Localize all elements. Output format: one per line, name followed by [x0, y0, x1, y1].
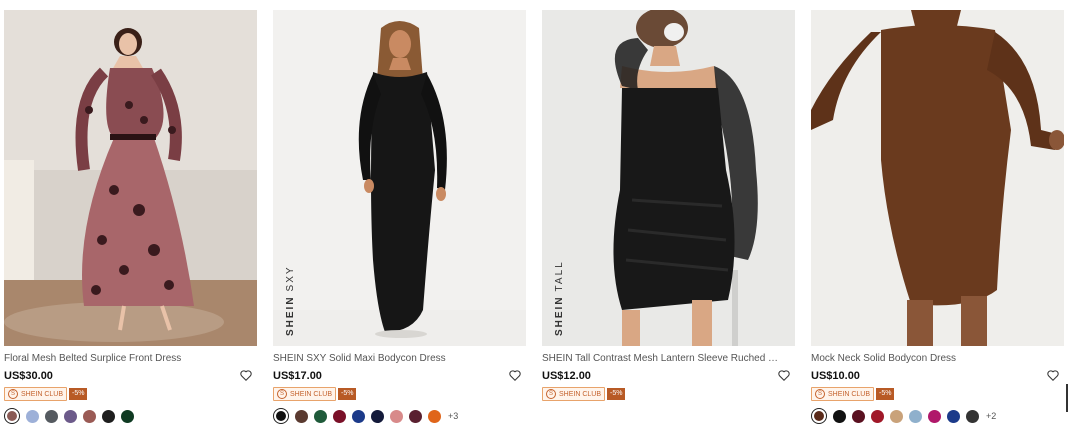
- color-swatches: [4, 408, 140, 424]
- club-price-tag: S SHEIN CLUB -5%: [4, 387, 88, 401]
- product-price: US$10.00: [811, 370, 860, 382]
- more-colors-count[interactable]: +2: [986, 411, 996, 421]
- color-swatch[interactable]: [45, 409, 58, 423]
- product-image[interactable]: [4, 10, 257, 346]
- color-swatch[interactable]: [4, 408, 20, 424]
- product-title[interactable]: SHEIN SXY Solid Maxi Bodycon Dress: [273, 353, 513, 364]
- heart-outline-icon[interactable]: [1046, 368, 1060, 382]
- color-swatch[interactable]: [352, 409, 365, 423]
- product-grid: Floral Mesh Belted Surplice Front Dress …: [4, 10, 1068, 429]
- product-card-2[interactable]: SHEIN SXY SHEIN SXY Solid Maxi Bodycon Dr…: [273, 10, 526, 429]
- color-swatch[interactable]: [390, 409, 403, 423]
- color-swatch[interactable]: [811, 408, 827, 424]
- club-label: SHEIN CLUB: [290, 390, 333, 398]
- product-title[interactable]: Mock Neck Solid Bodycon Dress: [811, 353, 1051, 364]
- club-discount: -5%: [69, 388, 88, 400]
- product-card-4[interactable]: Mock Neck Solid Bodycon Dress US$10.00 S…: [811, 10, 1064, 429]
- scroll-edge-marker: [1066, 384, 1068, 412]
- brand-tag-main: SHEIN: [285, 295, 296, 336]
- club-price-tag: S SHEIN CLUB -5%: [273, 387, 357, 401]
- product-price: US$30.00: [4, 370, 53, 382]
- heart-outline-icon[interactable]: [508, 368, 522, 382]
- club-badge: S SHEIN CLUB: [811, 387, 875, 401]
- heart-outline-icon[interactable]: [239, 368, 253, 382]
- color-swatches: +3: [273, 408, 458, 424]
- color-swatch[interactable]: [371, 409, 384, 423]
- color-swatch[interactable]: [102, 409, 115, 423]
- color-swatch[interactable]: [409, 409, 422, 423]
- brand-tag: SHEIN TALL: [554, 260, 565, 336]
- color-swatch[interactable]: [333, 409, 346, 423]
- heart-outline-icon[interactable]: [777, 368, 791, 382]
- brand-tag: SHEIN SXY: [285, 265, 296, 336]
- product-image[interactable]: SHEIN SXY: [273, 10, 526, 346]
- product-price: US$17.00: [273, 370, 322, 382]
- color-swatch[interactable]: [890, 409, 903, 423]
- color-swatch[interactable]: [966, 409, 979, 423]
- color-swatch[interactable]: [26, 409, 39, 423]
- club-label: SHEIN CLUB: [559, 390, 602, 398]
- product-image[interactable]: [811, 10, 1064, 346]
- brand-tag-main: SHEIN: [554, 295, 565, 336]
- product-price: US$12.00: [542, 370, 591, 382]
- club-discount: -5%: [876, 388, 895, 400]
- shein-club-icon: S: [815, 389, 825, 399]
- color-swatch[interactable]: [833, 409, 846, 423]
- club-badge: S SHEIN CLUB: [4, 387, 68, 401]
- product-title[interactable]: Floral Mesh Belted Surplice Front Dress: [4, 353, 244, 364]
- color-swatch[interactable]: [121, 409, 134, 423]
- color-swatch[interactable]: [871, 409, 884, 423]
- club-discount: -5%: [607, 388, 626, 400]
- more-colors-count[interactable]: +3: [448, 411, 458, 421]
- color-swatch[interactable]: [314, 409, 327, 423]
- club-badge: S SHEIN CLUB: [273, 387, 337, 401]
- shein-club-icon: S: [277, 389, 287, 399]
- product-image[interactable]: SHEIN TALL: [542, 10, 795, 346]
- club-discount: -5%: [338, 388, 357, 400]
- brand-tag-sub: TALL: [554, 260, 565, 292]
- product-card-1[interactable]: Floral Mesh Belted Surplice Front Dress …: [4, 10, 257, 429]
- color-swatch[interactable]: [273, 408, 289, 424]
- brand-tag-sub: SXY: [285, 265, 296, 292]
- club-label: SHEIN CLUB: [21, 390, 64, 398]
- color-swatch[interactable]: [83, 409, 96, 423]
- club-badge: S SHEIN CLUB: [542, 387, 606, 401]
- color-swatch[interactable]: [909, 409, 922, 423]
- shein-club-icon: S: [8, 389, 18, 399]
- color-swatch[interactable]: [428, 409, 441, 423]
- shein-club-icon: S: [546, 389, 556, 399]
- color-swatch[interactable]: [295, 409, 308, 423]
- color-swatch[interactable]: [947, 409, 960, 423]
- color-swatch[interactable]: [928, 409, 941, 423]
- color-swatches: +2: [811, 408, 996, 424]
- club-price-tag: S SHEIN CLUB -5%: [811, 387, 895, 401]
- club-label: SHEIN CLUB: [828, 390, 871, 398]
- product-card-3[interactable]: SHEIN TALL SHEIN Tall Contrast Mesh Lante…: [542, 10, 795, 429]
- color-swatch[interactable]: [64, 409, 77, 423]
- product-title[interactable]: SHEIN Tall Contrast Mesh Lantern Sleeve …: [542, 353, 782, 364]
- color-swatch[interactable]: [852, 409, 865, 423]
- club-price-tag: S SHEIN CLUB -5%: [542, 387, 626, 401]
